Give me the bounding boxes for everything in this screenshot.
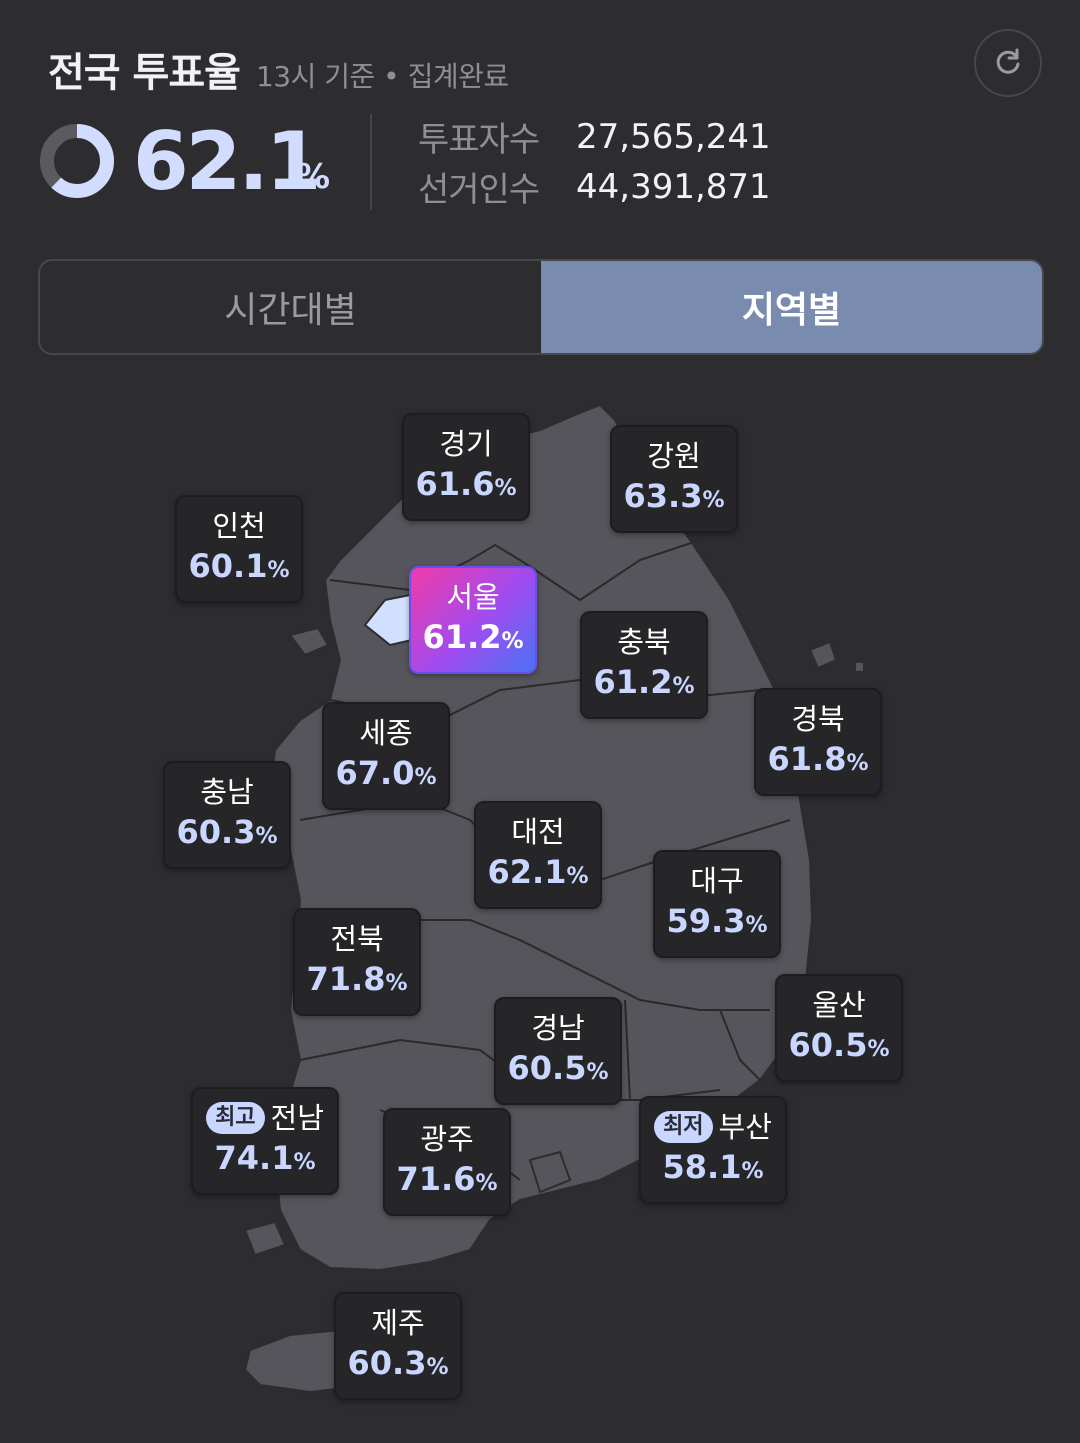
region-name: 울산: [812, 987, 866, 1022]
region-name: 충남: [200, 774, 254, 809]
region-name: 충북: [617, 624, 671, 659]
region-name: 경북: [791, 701, 845, 736]
map-island-1: [288, 626, 330, 657]
region-card-jeonnam[interactable]: 최고 전남 74.1%: [191, 1087, 339, 1195]
lowest-badge: 최저: [654, 1110, 713, 1143]
map-island-5: [243, 1220, 287, 1257]
region-name: 전북: [330, 921, 384, 956]
region-card-chungbuk[interactable]: 충북 61.2%: [580, 611, 708, 719]
region-card-jeonbuk[interactable]: 전북 71.8%: [293, 908, 421, 1016]
region-name: 경기: [439, 426, 493, 461]
region-card-incheon[interactable]: 인천 60.1%: [175, 495, 303, 603]
region-rate: 67.0%: [335, 753, 437, 792]
region-name: 광주: [420, 1121, 474, 1156]
region-rate: 59.3%: [666, 901, 768, 940]
region-rate: 61.8%: [767, 739, 869, 778]
region-card-ulsan[interactable]: 울산 60.5%: [775, 974, 903, 1082]
region-rate: 60.3%: [176, 812, 278, 851]
region-rate: 60.3%: [347, 1343, 449, 1382]
map-island-3: [854, 661, 865, 673]
region-card-gyeongnam[interactable]: 경남 60.5%: [494, 997, 622, 1105]
region-name: 대전: [511, 814, 565, 849]
region-rate: 60.5%: [507, 1048, 609, 1087]
region-card-busan[interactable]: 최저 부산 58.1%: [639, 1096, 787, 1204]
region-card-gwangju[interactable]: 광주 71.6%: [383, 1108, 511, 1216]
region-name: 세종: [359, 715, 413, 750]
region-rate: 74.1%: [214, 1138, 316, 1177]
korea-map: [243, 403, 865, 1394]
highest-badge: 최고: [206, 1101, 265, 1134]
region-card-gangwon[interactable]: 강원 63.3%: [610, 425, 738, 533]
region-rate: 61.2%: [422, 617, 524, 656]
region-card-seoul[interactable]: 서울 61.2%: [409, 566, 537, 674]
region-name: 인천: [212, 508, 266, 543]
region-rate: 71.6%: [396, 1159, 498, 1198]
region-rate: 60.5%: [788, 1025, 890, 1064]
region-rate: 58.1%: [662, 1147, 764, 1186]
region-card-daejeon[interactable]: 대전 62.1%: [474, 801, 602, 909]
region-card-gyeonggi[interactable]: 경기 61.6%: [402, 413, 530, 521]
region-card-gyeongbuk[interactable]: 경북 61.8%: [754, 688, 882, 796]
region-name: 강원: [647, 438, 701, 473]
region-card-chungnam[interactable]: 충남 60.3%: [163, 761, 291, 869]
region-name: 대구: [690, 863, 744, 898]
region-rate: 71.8%: [306, 959, 408, 998]
map-island-2: [808, 640, 838, 670]
region-rate: 62.1%: [487, 852, 589, 891]
region-rate: 61.6%: [415, 464, 517, 503]
region-name: 경남: [531, 1010, 585, 1045]
region-name: 서울: [446, 579, 500, 614]
region-card-jeju[interactable]: 제주 60.3%: [334, 1292, 462, 1400]
region-card-sejong[interactable]: 세종 67.0%: [322, 702, 450, 810]
region-rate: 61.2%: [593, 662, 695, 701]
region-name: 최저 부산: [654, 1108, 772, 1146]
region-rate: 63.3%: [623, 476, 725, 515]
region-name: 제주: [371, 1305, 425, 1340]
region-name: 최고 전남: [206, 1099, 324, 1137]
region-card-daegu[interactable]: 대구 59.3%: [653, 850, 781, 958]
region-rate: 60.1%: [188, 546, 290, 585]
